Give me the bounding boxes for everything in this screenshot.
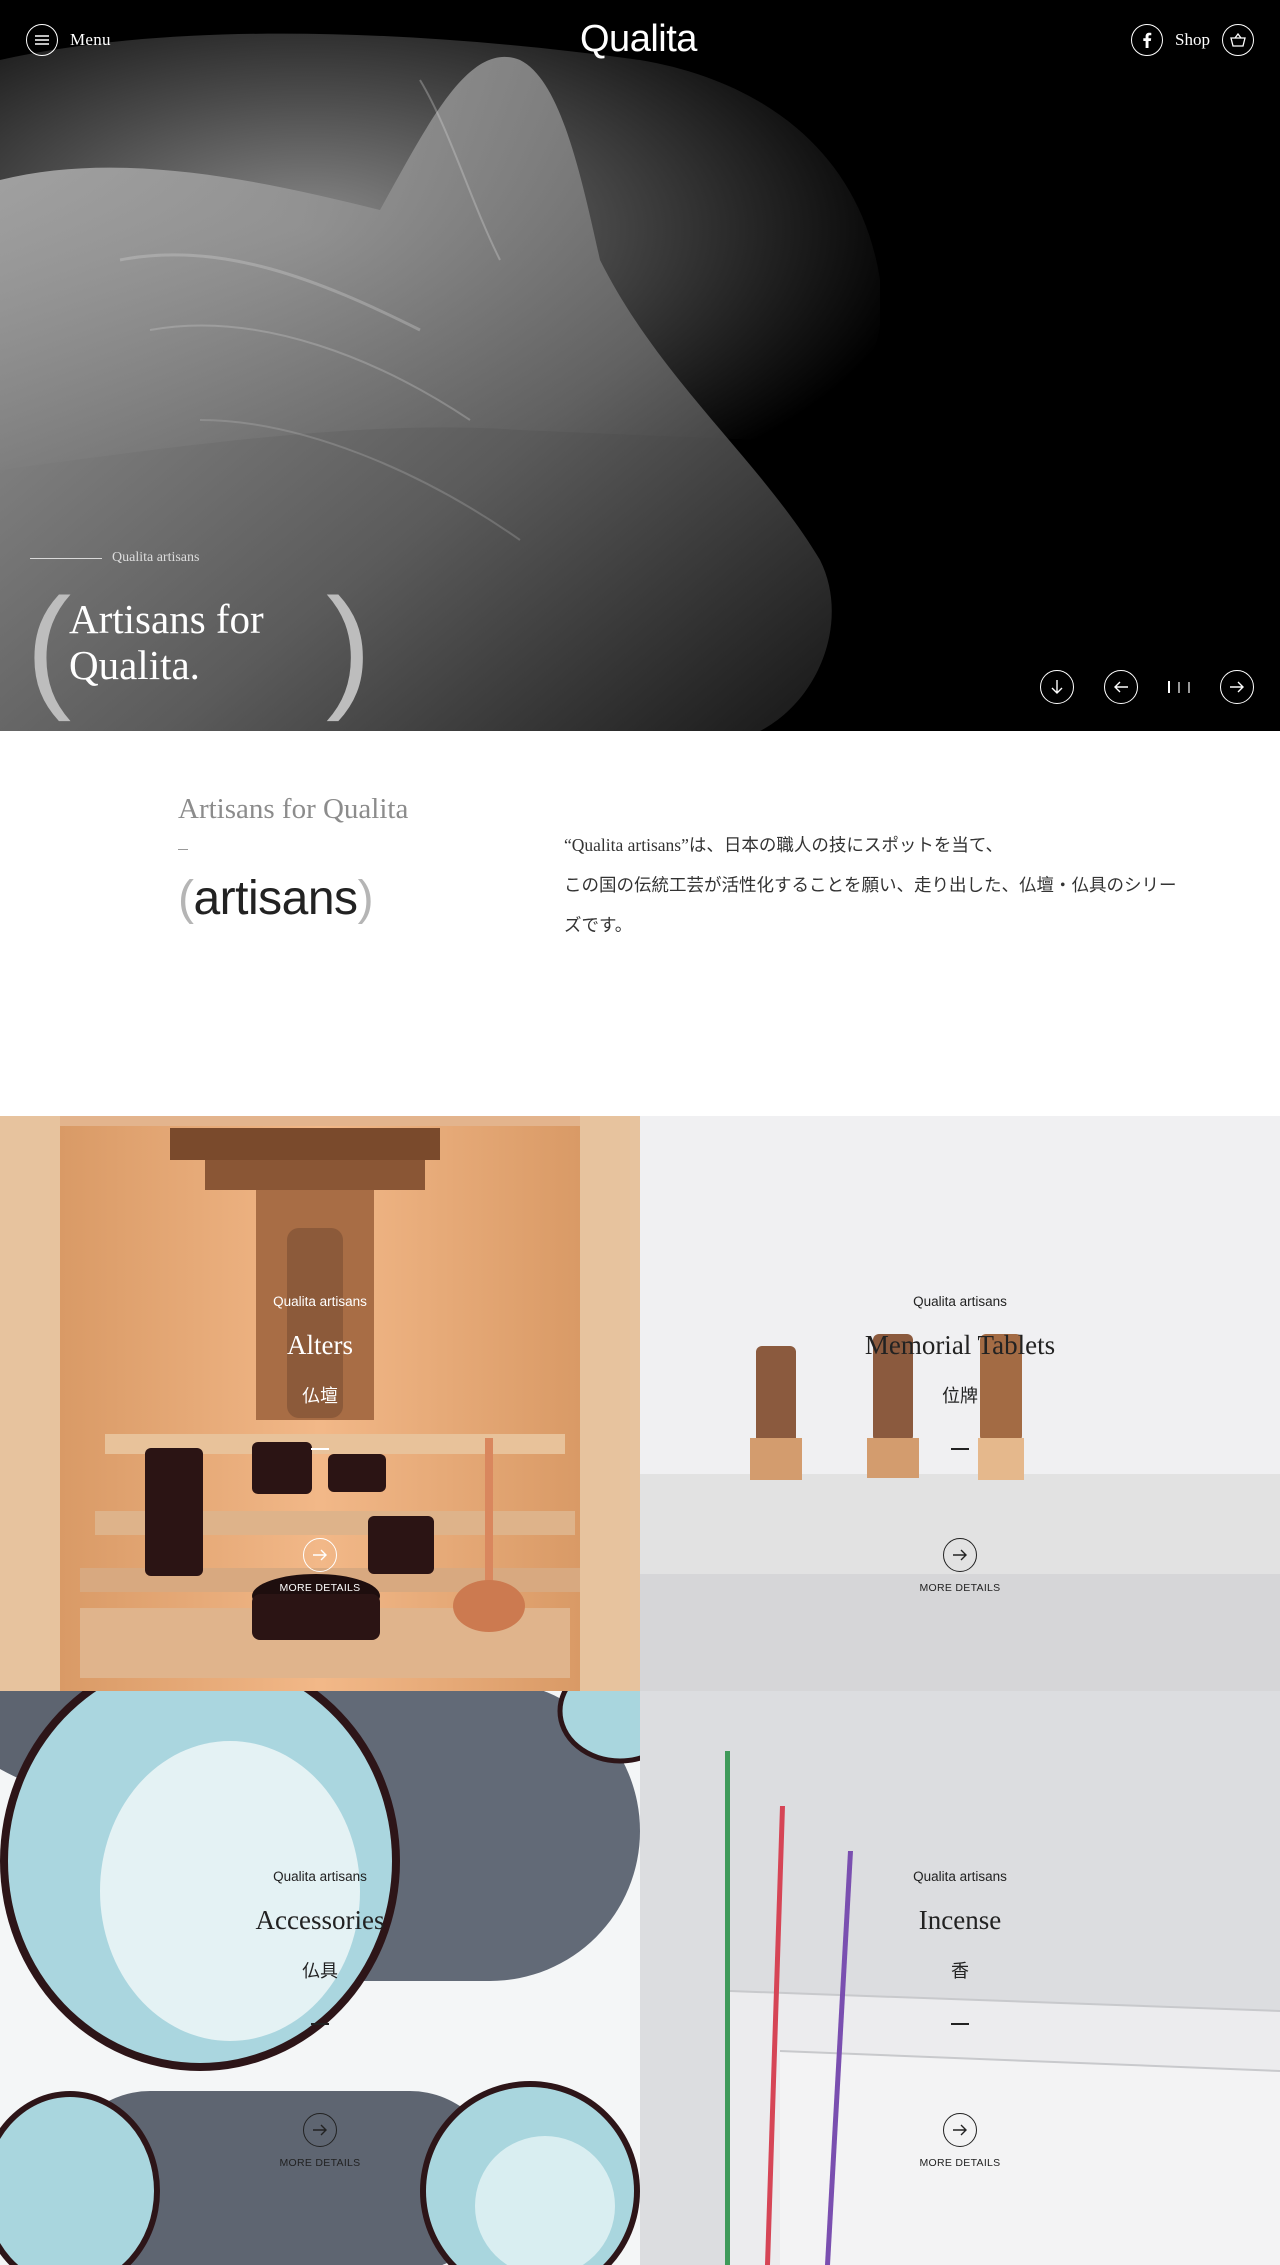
product-tile-accessories[interactable]: Qualita artisans Accessories 仏具 MORE DET… (0, 1691, 640, 2265)
tile-dash (311, 2023, 329, 2025)
intro-bracket-close: ) (357, 872, 374, 925)
tile-title: Memorial Tablets (864, 1330, 1056, 1360)
menu-label: Menu (70, 30, 111, 49)
hero-title: Artisans for Qualita. (69, 596, 264, 688)
intro-kicker: Artisans for Qualita (178, 793, 409, 825)
hero-title-line1: Artisans for (69, 596, 264, 642)
pager-dot[interactable] (1178, 681, 1180, 693)
tile-title: Alters (287, 1330, 353, 1360)
arrow-right-icon[interactable] (943, 1538, 977, 1572)
product-tile-memorial-tablets[interactable]: Qualita artisans Memorial Tablets 位牌 MOR… (640, 1116, 1280, 1691)
slide-pager[interactable] (1168, 681, 1190, 693)
accessories-overlay: Qualita artisans Accessories 仏具 MORE DET… (0, 1691, 640, 2265)
more-details-link[interactable]: MORE DETAILS (640, 1582, 1280, 1594)
shop-link[interactable]: Shop (1175, 30, 1210, 50)
tile-kicker: Qualita artisans (273, 1294, 367, 1309)
hero-caption-text: Qualita artisans (112, 550, 200, 565)
tile-title: Incense (918, 1905, 1002, 1935)
tile-dash (311, 1448, 329, 1450)
tile-kicker: Qualita artisans (913, 1294, 1007, 1309)
more-details-link[interactable]: MORE DETAILS (0, 1582, 640, 1594)
tile-title: Accessories (255, 1905, 385, 1935)
tile-title-jp: 香 (951, 1961, 969, 1981)
tile-dash (951, 2023, 969, 2025)
product-tile-incense[interactable]: Qualita artisans Incense 香 MORE DETAILS (640, 1691, 1280, 2265)
intro-word: artisans (193, 872, 358, 925)
arrow-right-icon[interactable] (303, 2113, 337, 2147)
menu-button[interactable]: Menu (26, 24, 111, 56)
intro-bracket-open: ( (178, 872, 194, 925)
tile-title-jp: 仏壇 (302, 1386, 338, 1406)
tile-kicker: Qualita artisans (913, 1869, 1007, 1884)
more-details-link[interactable]: MORE DETAILS (640, 2157, 1280, 2169)
more-details-link[interactable]: MORE DETAILS (0, 2157, 640, 2169)
intro-dash (178, 849, 188, 850)
hero-bracket-close: ) (326, 570, 372, 722)
incense-overlay: Qualita artisans Incense 香 MORE DETAILS (640, 1691, 1280, 2265)
tile-title-jp: 仏具 (302, 1961, 338, 1981)
intro-text-line3: ズです。 (564, 915, 633, 935)
product-tile-alters[interactable]: Qualita artisans Alters 仏壇 MORE DETAILS (0, 1116, 640, 1691)
intro-heading: (artisans) (178, 871, 374, 926)
tile-kicker: Qualita artisans (273, 1869, 367, 1884)
arrow-left-icon[interactable] (1104, 670, 1138, 704)
menu-icon (26, 24, 58, 56)
caption-line (30, 557, 102, 559)
site-header: Menu Qualita Shop (0, 0, 1280, 86)
arrow-right-icon[interactable] (943, 2113, 977, 2147)
hero-title-line2: Qualita. (69, 642, 200, 688)
basket-icon[interactable] (1222, 24, 1254, 56)
site-logo[interactable]: Qualita (580, 18, 697, 61)
intro-text-line1: “Qualita artisans”は、日本の職人の技にスポットを当て、 (564, 835, 1003, 855)
hero-bracket-open: ( (26, 570, 72, 722)
alters-overlay: Qualita artisans Alters 仏壇 MORE DETAILS (0, 1116, 640, 1691)
intro-text-line2: この国の伝統工芸が活性化することを願い、走り出した、仏壇・仏具のシリー (564, 875, 1177, 895)
arrow-right-icon[interactable] (1220, 670, 1254, 704)
memorial-tablets-overlay: Qualita artisans Memorial Tablets 位牌 MOR… (640, 1116, 1280, 1691)
arrow-down-icon[interactable] (1040, 670, 1074, 704)
hero-section: Menu Qualita Shop Qualita artisans ( Art… (0, 0, 1280, 731)
facebook-icon[interactable] (1131, 24, 1164, 56)
intro-section: Artisans for Qualita (artisans) “Qualita… (0, 731, 1280, 1116)
product-grid: Qualita artisans Alters 仏壇 MORE DETAILS … (0, 1116, 1280, 2265)
header-actions: Shop (1131, 24, 1254, 56)
pager-dot[interactable] (1168, 681, 1170, 693)
tile-title-jp: 位牌 (942, 1386, 978, 1406)
pager-dot[interactable] (1188, 681, 1190, 693)
arrow-right-icon[interactable] (303, 1538, 337, 1572)
hero-controls (1040, 670, 1254, 704)
tile-dash (951, 1448, 969, 1450)
hero-caption: Qualita artisans (30, 550, 199, 566)
intro-description: “Qualita artisans”は、日本の職人の技にスポットを当て、 この国… (564, 825, 1224, 945)
